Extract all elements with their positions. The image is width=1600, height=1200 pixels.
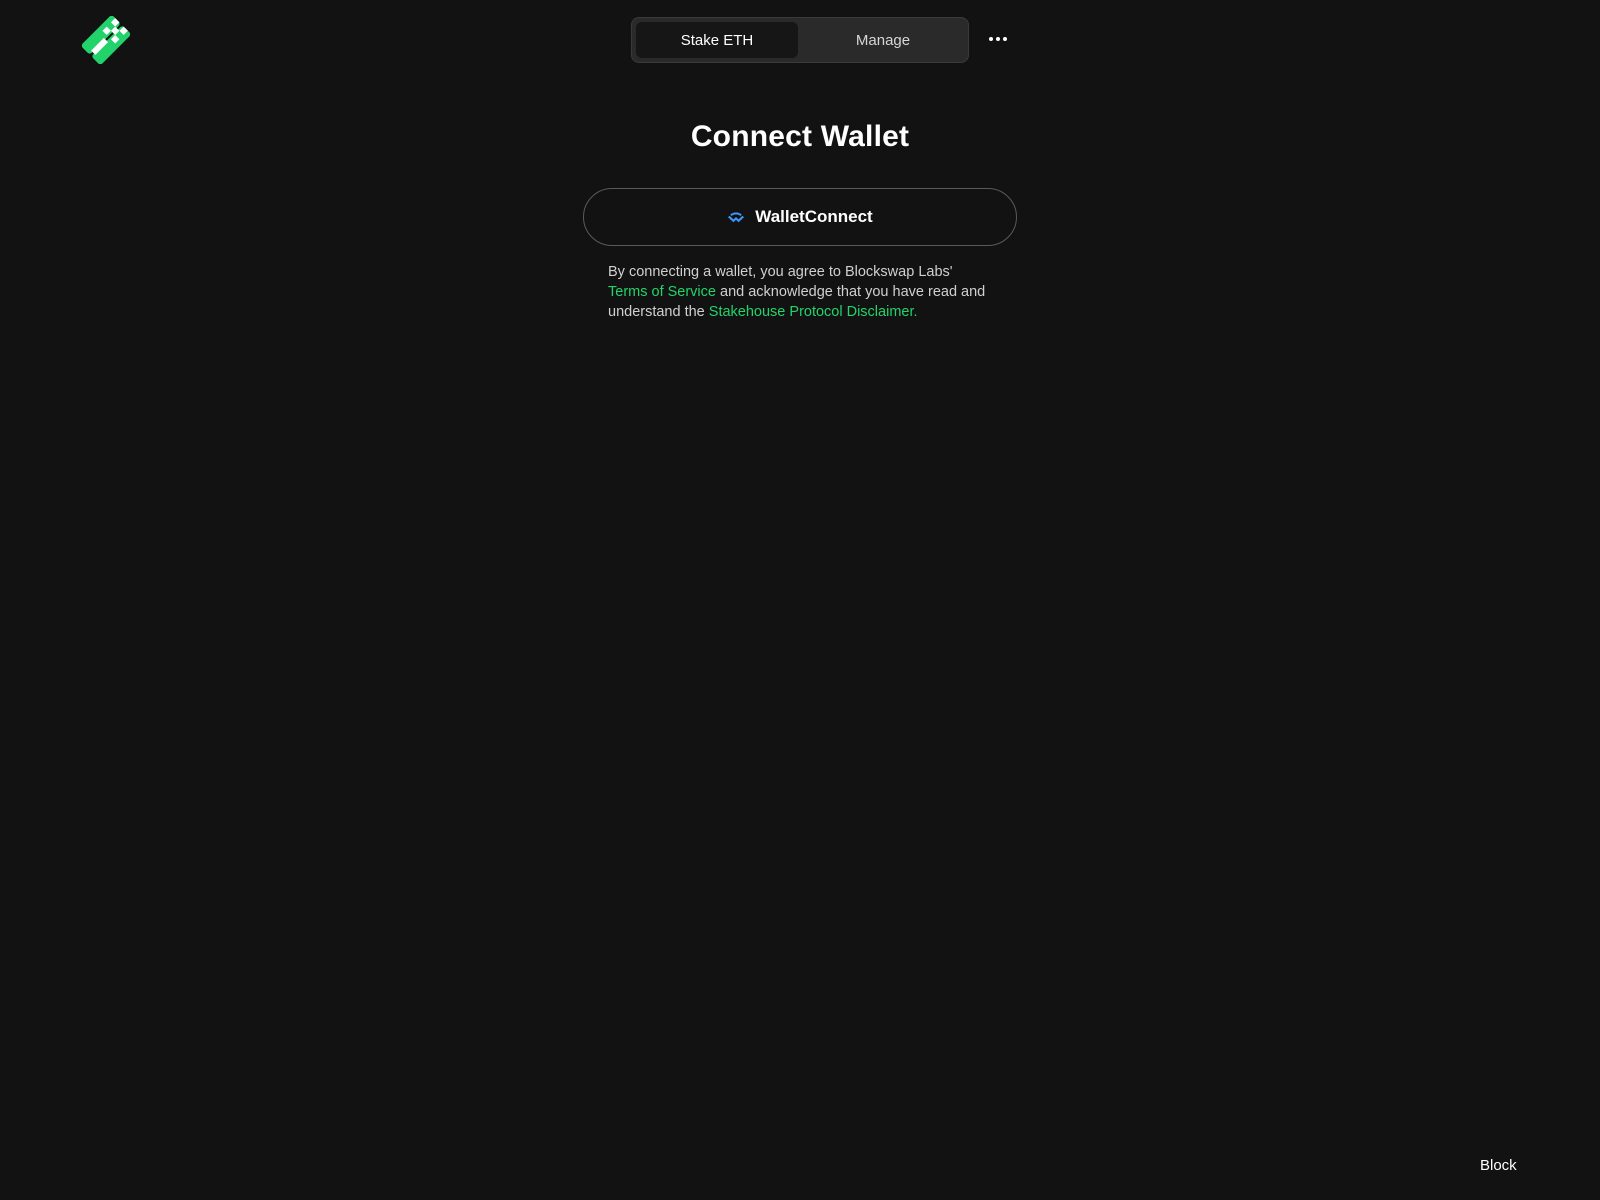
walletconnect-label: WalletConnect — [755, 207, 873, 226]
tab-stake-eth-label: Stake ETH — [680, 31, 754, 49]
more-options-button[interactable] — [983, 24, 1013, 54]
footer-block-link[interactable]: Block — [1480, 1157, 1517, 1174]
disclaimer-part1: By connecting a wallet, you agree to Blo… — [608, 264, 953, 280]
tab-manage-label: Manage — [855, 31, 911, 49]
blockswap-logo-icon[interactable] — [82, 16, 130, 64]
main-tab-switcher: Stake ETH Manage — [631, 17, 969, 63]
ellipsis-icon — [988, 37, 1009, 41]
walletconnect-icon — [728, 212, 745, 223]
tab-stake-eth[interactable]: Stake ETH — [636, 22, 798, 58]
page-title: Connect Wallet — [690, 120, 910, 153]
terms-of-service-link[interactable]: Terms of Service — [608, 284, 716, 300]
walletconnect-button[interactable]: WalletConnect — [583, 188, 1017, 246]
connect-disclaimer-text: By connecting a wallet, you agree to Blo… — [608, 262, 1000, 322]
tab-manage[interactable]: Manage — [802, 22, 964, 58]
stakehouse-disclaimer-link[interactable]: Stakehouse Protocol Disclaimer. — [709, 304, 918, 320]
